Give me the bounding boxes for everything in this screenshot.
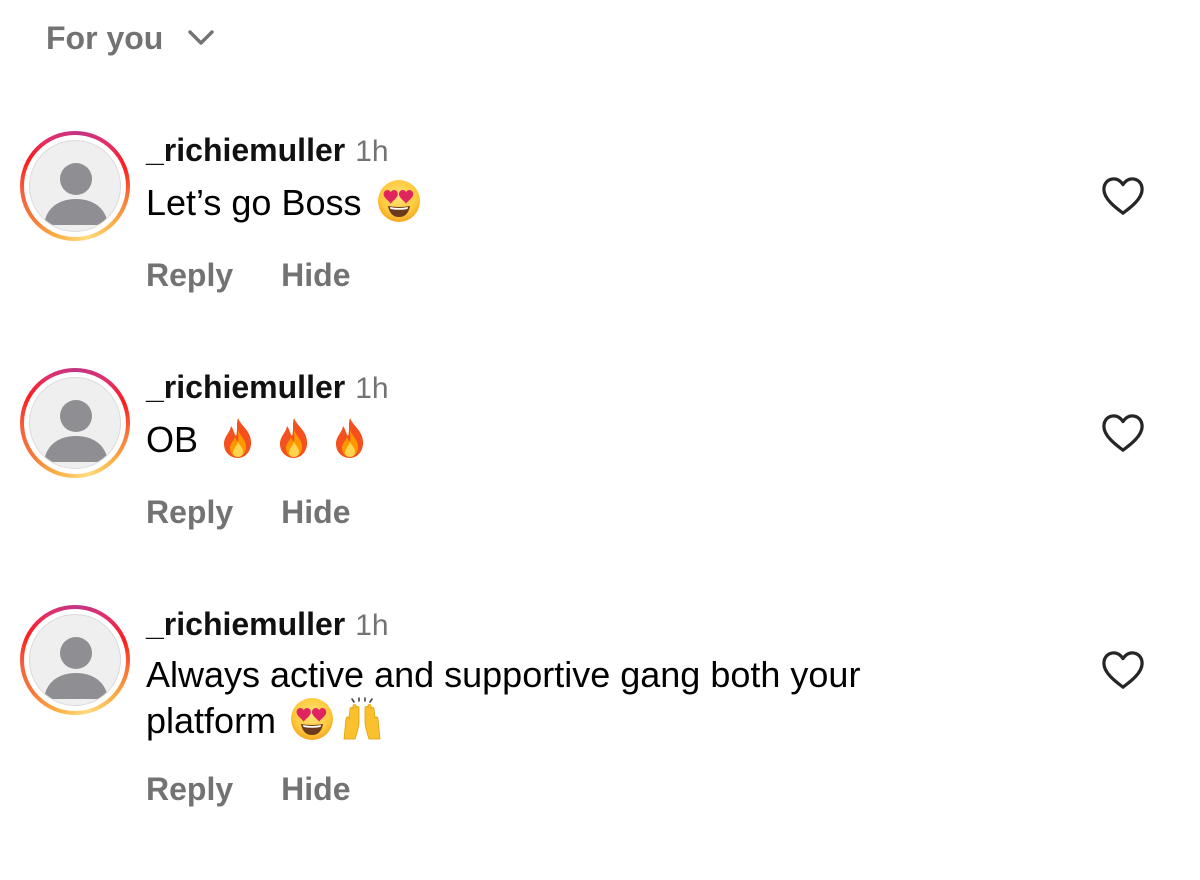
comment-text: Let’s go Boss [146, 179, 996, 225]
avatar [29, 140, 121, 232]
avatar [29, 614, 121, 706]
comment-text-body: Always active and supportive gang both y… [146, 654, 861, 741]
avatar-story-ring[interactable] [20, 605, 130, 715]
fire-emoji-icon [216, 416, 260, 460]
avatar-story-ring[interactable] [20, 131, 130, 241]
heart-eyes-emoji-icon [377, 179, 421, 223]
avatar-story-ring[interactable] [20, 368, 130, 478]
hide-button[interactable]: Hide [281, 255, 350, 295]
chevron-down-icon [188, 30, 215, 45]
heart-outline-icon[interactable] [1100, 175, 1146, 217]
sort-label: For you [46, 20, 164, 56]
reply-button[interactable]: Reply [146, 255, 233, 295]
default-avatar-icon [30, 615, 121, 706]
comment-text: OB [146, 416, 996, 462]
comment-username[interactable]: _richiemuller [146, 368, 345, 406]
heart-eyes-emoji-icon [290, 697, 334, 741]
hide-button[interactable]: Hide [281, 492, 350, 532]
fire-emoji-icon [272, 416, 316, 460]
sort-dropdown[interactable]: For you [46, 16, 215, 60]
reply-button[interactable]: Reply [146, 492, 233, 532]
comment-timestamp: 1h [355, 135, 389, 168]
fire-emoji-icon [328, 416, 372, 460]
default-avatar-icon [30, 141, 121, 232]
heart-outline-icon[interactable] [1100, 649, 1146, 691]
comment-timestamp: 1h [355, 372, 389, 405]
comment-timestamp: 1h [355, 609, 389, 642]
hide-button[interactable]: Hide [281, 769, 350, 809]
heart-outline-icon[interactable] [1100, 412, 1146, 454]
avatar [29, 377, 121, 469]
comment-text: Always active and supportive gang both y… [146, 653, 996, 743]
reply-button[interactable]: Reply [146, 769, 233, 809]
comment-text-body: OB [146, 419, 199, 460]
raising-hands-emoji-icon [340, 697, 384, 741]
comment-username[interactable]: _richiemuller [146, 131, 345, 169]
comment-text-body: Let’s go Boss [146, 182, 362, 223]
comment-username[interactable]: _richiemuller [146, 605, 345, 643]
default-avatar-icon [30, 378, 121, 469]
